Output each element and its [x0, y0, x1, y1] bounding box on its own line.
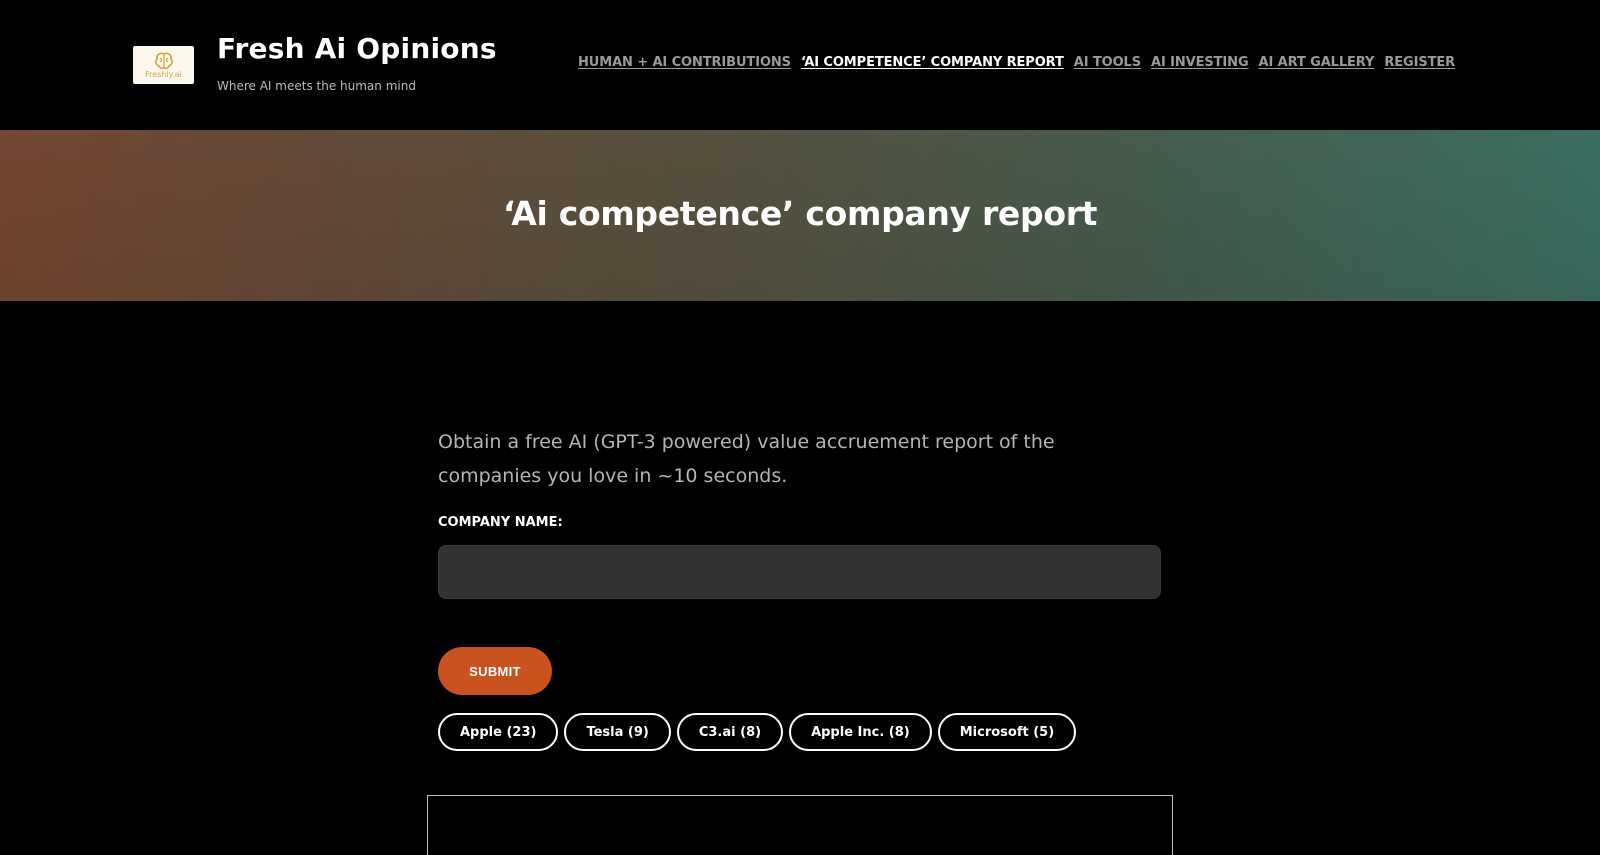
suggestion-chip-microsoft[interactable]: Microsoft (5): [937, 713, 1077, 751]
company-name-label: COMPANY NAME:: [438, 515, 563, 530]
nav-item-ai-art-gallery[interactable]: AI ART GALLERY: [1259, 55, 1375, 70]
report-form: Obtain a free AI (GPT-3 powered) value a…: [438, 425, 1162, 751]
nav-item-company-report[interactable]: ‘AI COMPETENCE’ COMPANY REPORT: [801, 55, 1064, 70]
site-header: Freshly.ai Fresh Ai Opinions Where AI me…: [0, 0, 1600, 130]
suggestion-chip-tesla[interactable]: Tesla (9): [564, 713, 671, 751]
nav-item-human-ai-contributions[interactable]: HUMAN + AI CONTRIBUTIONS: [578, 55, 791, 70]
nav-item-ai-investing[interactable]: AI INVESTING: [1151, 55, 1249, 70]
page-title: ‘Ai competence’ company report: [502, 194, 1098, 233]
suggestion-chips: Apple (23) Tesla (9) C3.ai (8) Apple Inc…: [438, 713, 1162, 751]
suggestion-chip-apple-inc[interactable]: Apple Inc. (8): [789, 713, 932, 751]
main-nav: HUMAN + AI CONTRIBUTIONS ‘AI COMPETENCE’…: [578, 55, 1455, 70]
submit-button[interactable]: SUBMIT: [438, 647, 552, 695]
intro-text: Obtain a free AI (GPT-3 powered) value a…: [438, 431, 1055, 487]
nav-item-register[interactable]: REGISTER: [1384, 55, 1455, 70]
site-logo[interactable]: Freshly.ai: [133, 46, 194, 84]
brain-icon: [154, 52, 173, 69]
logo-text: Freshly.ai: [145, 69, 182, 79]
suggestion-chip-apple[interactable]: Apple (23): [438, 713, 559, 751]
site-title[interactable]: Fresh Ai Opinions: [217, 32, 497, 65]
suggestion-chip-c3ai[interactable]: C3.ai (8): [676, 713, 784, 751]
report-output-box: [427, 795, 1173, 855]
hero-banner: ‘Ai competence’ company report: [0, 130, 1600, 301]
company-name-input[interactable]: [438, 545, 1161, 599]
site-tagline: Where AI meets the human mind: [217, 79, 416, 93]
nav-item-ai-tools[interactable]: AI TOOLS: [1074, 55, 1141, 70]
